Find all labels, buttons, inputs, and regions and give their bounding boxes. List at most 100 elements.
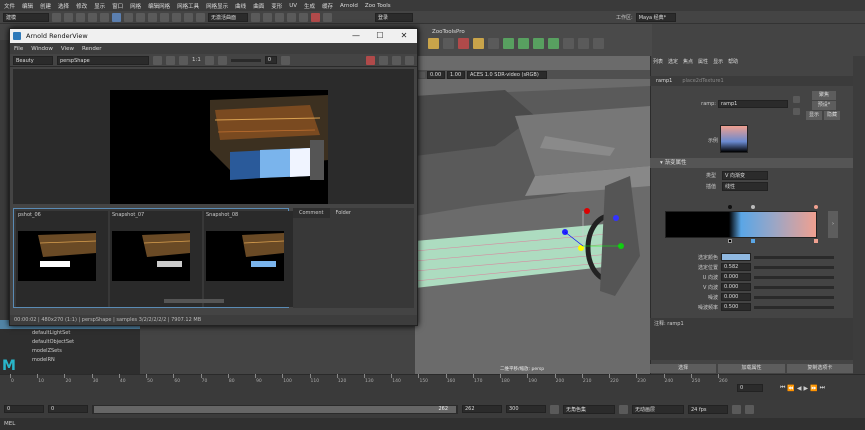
menu-item[interactable]: 显示 [94, 2, 105, 10]
menu-item[interactable]: 编辑 [22, 2, 33, 10]
ramp-gradient-editor[interactable] [665, 211, 817, 238]
ae-menu-item[interactable]: 选定 [668, 58, 678, 65]
aov-dropdown[interactable]: Beauty [13, 55, 53, 65]
shelf-tool-icon[interactable] [593, 38, 604, 49]
select-button[interactable]: 选择 [650, 363, 717, 373]
preferences-icon[interactable] [745, 404, 754, 414]
ae-menu-item[interactable]: 列表 [653, 58, 663, 65]
play-back-icon[interactable]: ◀ [797, 385, 802, 392]
copy-tab-button[interactable]: 复制选项卡 [786, 363, 853, 373]
snap-point-icon[interactable] [172, 12, 181, 22]
attribute-slider[interactable] [754, 275, 834, 279]
shelf-tool-icon[interactable] [428, 38, 439, 49]
mode-dropdown[interactable]: 建模 [3, 12, 49, 22]
viewport-field-2[interactable]: 1.00 [447, 70, 465, 79]
output-connection-icon[interactable] [793, 108, 800, 115]
menu-item[interactable]: 文件 [4, 2, 15, 10]
settings-gear-icon[interactable] [404, 55, 414, 65]
anim-start-field[interactable]: 0 [48, 405, 88, 413]
attribute-slider[interactable] [754, 255, 834, 259]
lock-icon[interactable] [391, 55, 401, 65]
ramp-stop-swatch[interactable] [728, 239, 732, 243]
menu-item[interactable]: 选择 [58, 2, 69, 10]
snapshot-thumb[interactable]: Snapshot_08 [204, 211, 296, 307]
shelf-tool-icon[interactable] [533, 38, 544, 49]
renderview-menu-item[interactable]: Window [31, 46, 53, 52]
attribute-slider[interactable] [754, 295, 834, 299]
go-to-start-icon[interactable]: ⏮ [780, 384, 785, 392]
go-to-end-icon[interactable]: ⏭ [820, 384, 825, 392]
ipr-render-icon[interactable] [275, 12, 284, 22]
close-button[interactable]: ✕ [392, 29, 416, 43]
shelf-tab-zootools[interactable]: ZooToolsPro [432, 29, 465, 35]
renderview-menu-item[interactable]: File [14, 46, 23, 52]
new-scene-icon[interactable] [52, 12, 61, 22]
exposure-slider[interactable] [230, 58, 261, 62]
range-slider[interactable]: 262 [92, 404, 458, 414]
ramp-attributes-section[interactable]: ▾ 渐变属性 [650, 158, 853, 168]
select-component-icon[interactable] [136, 12, 145, 22]
menu-item[interactable]: 窗口 [112, 2, 123, 10]
select-object-icon[interactable] [124, 12, 133, 22]
load-attributes-button[interactable]: 加载属性 [718, 363, 785, 373]
viewport-field-1[interactable]: 0.00 [427, 70, 445, 79]
show-button[interactable]: 显示 [806, 111, 822, 120]
renderview-menu-item[interactable]: Render [82, 46, 102, 52]
selected-color-swatch[interactable] [721, 253, 751, 261]
snap-grid-icon[interactable] [148, 12, 157, 22]
undo-icon[interactable] [88, 12, 97, 22]
arnold-render-icon[interactable] [311, 12, 320, 22]
menu-item[interactable]: 修改 [76, 2, 87, 10]
snapshot-icon[interactable] [280, 55, 290, 65]
select-hierarchy-icon[interactable] [112, 12, 121, 22]
attribute-value-field[interactable]: 0.000 [721, 283, 751, 291]
tab-place2dtexture[interactable]: place2dTexture1 [679, 78, 726, 84]
attribute-value-field[interactable]: 0.000 [721, 293, 751, 301]
shelf-tool-icon[interactable] [518, 38, 529, 49]
construction-history-icon[interactable] [251, 12, 260, 22]
ae-menu-item[interactable]: 帮助 [728, 58, 738, 65]
snap-curve-icon[interactable] [160, 12, 169, 22]
ramp-name-field[interactable]: ramp1 [718, 100, 788, 108]
notes-panel[interactable]: 注释: ramp1 [650, 318, 853, 360]
tab-folder[interactable]: Folder [330, 208, 357, 218]
input-connection-icon[interactable] [793, 96, 800, 103]
presets-button[interactable]: 预设* [812, 101, 836, 110]
crop-region-icon[interactable] [166, 55, 175, 65]
color-mode-icon[interactable] [204, 55, 214, 65]
menu-item[interactable]: 变形 [271, 2, 282, 10]
attribute-slider[interactable] [754, 305, 834, 309]
render-start-icon[interactable] [153, 55, 162, 65]
shelf-tool-icon[interactable] [443, 38, 454, 49]
fps-dropdown[interactable]: 24 fps [688, 404, 728, 414]
attribute-value-field[interactable]: 0.582 [721, 263, 751, 271]
exposure-field[interactable]: 0 [264, 56, 277, 64]
ramp-stop-handle-top[interactable] [814, 205, 818, 209]
step-forward-icon[interactable]: ⏩ [810, 385, 817, 392]
live-surface-label[interactable]: 无激活曲面 [208, 12, 248, 22]
shelf-tool-icon[interactable] [488, 38, 499, 49]
ratio-label[interactable]: 1:1 [192, 57, 201, 63]
shelf-tool-icon[interactable] [563, 38, 574, 49]
render-settings-icon[interactable] [287, 12, 296, 22]
maximize-button[interactable]: ☐ [368, 29, 392, 43]
exposure-gear-icon[interactable] [217, 55, 227, 65]
attribute-slider[interactable] [754, 285, 834, 289]
menu-item[interactable]: 曲面 [253, 2, 264, 10]
stop-render-icon[interactable] [365, 55, 375, 65]
menu-item[interactable]: 编辑网格 [148, 2, 170, 10]
attribute-value-field[interactable]: 0.500 [721, 303, 751, 311]
hypershade-icon[interactable] [299, 12, 308, 22]
hide-button[interactable]: 隐藏 [824, 111, 840, 120]
character-set-dropdown[interactable]: 无角色集 [563, 404, 615, 414]
step-back-icon[interactable]: ⏪ [787, 385, 794, 392]
anim-end-field[interactable]: 300 [506, 405, 546, 413]
focus-button[interactable]: 聚焦 [812, 91, 836, 100]
start-frame-field[interactable]: 0 [4, 405, 44, 413]
outliner-item[interactable]: defaultObjectSet [0, 338, 140, 347]
menu-item[interactable]: 网格工具 [177, 2, 199, 10]
snap-view-icon[interactable] [184, 12, 193, 22]
menu-item[interactable]: 创建 [40, 2, 51, 10]
redo-icon[interactable] [100, 12, 109, 22]
minimize-button[interactable]: — [344, 29, 368, 43]
